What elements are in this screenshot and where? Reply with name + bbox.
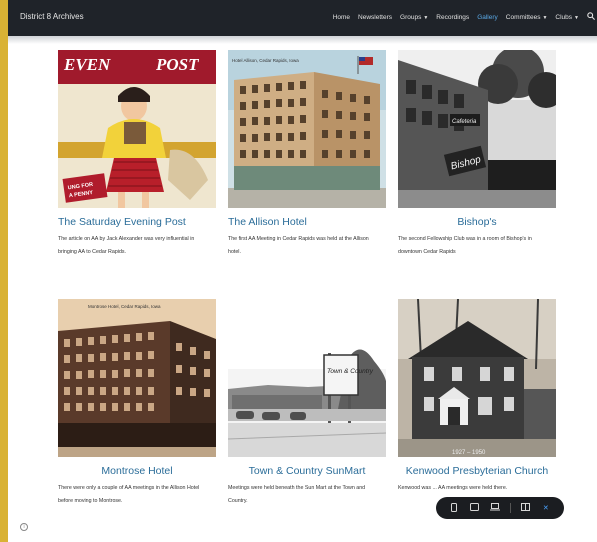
gallery-card-bishops: Cafeteria Bishop Bishop's The second Fel…	[398, 50, 556, 258]
tablet-icon[interactable]	[469, 503, 481, 513]
laptop-icon[interactable]	[489, 503, 501, 513]
close-icon[interactable]: ✕	[540, 504, 552, 512]
nav-newsletters-label: Newsletters	[358, 13, 393, 21]
nav-clubs-label: Clubs	[555, 13, 573, 21]
toolbar-divider	[509, 503, 511, 513]
sunmart-sign: Town & Country	[327, 368, 374, 375]
info-icon[interactable]: i	[20, 523, 28, 531]
top-navigation-bar: District 8 Archives Home Newsletters Gro…	[8, 0, 597, 36]
montrose-hotel-photo[interactable]: Montrose Hotel, Cedar Rapids, Iowa	[58, 299, 216, 457]
nav-gallery[interactable]: Gallery	[477, 14, 498, 21]
gallery-card-kenwood-presbyterian-church: 1927 – 1950 Kenwood Presbyterian Church …	[398, 299, 556, 495]
chevron-down-icon: ▼	[542, 14, 548, 21]
search-icon[interactable]	[587, 12, 595, 22]
card-title[interactable]: Bishop's	[398, 216, 556, 228]
device-preview-toolbar: ✕	[436, 497, 564, 519]
card-title[interactable]: Montrose Hotel	[58, 465, 216, 477]
card-description: There were only a couple of AA meetings …	[58, 485, 200, 504]
bishops-photo[interactable]: Cafeteria Bishop	[398, 50, 556, 208]
gallery-card-town-country-sunmart: Town & Country Town & Country SunMart Me…	[228, 299, 386, 507]
saturday-evening-post-photo[interactable]: EVEN POST UNG FOR A PENNY	[58, 50, 216, 208]
kenwood-church-photo[interactable]: 1927 – 1950	[398, 299, 556, 457]
header-shadow	[8, 36, 597, 44]
site-title[interactable]: District 8 Archives	[20, 12, 84, 21]
main-nav: Home Newsletters Groups ▼ Recordings Gall…	[333, 12, 597, 22]
card-title[interactable]: The Allison Hotel	[228, 216, 386, 228]
bishops-sign-cafeteria: Cafeteria	[452, 119, 477, 125]
kenwood-years: 1927 – 1950	[452, 450, 486, 456]
nav-home[interactable]: Home	[333, 14, 350, 21]
card-description: Kenwood was ... AA meetings were held th…	[398, 485, 508, 491]
masthead-left-text: EVEN	[63, 55, 111, 74]
card-description: The article on AA by Jack Alexander was …	[58, 236, 195, 255]
card-description: The second Fellowship Club was in a room…	[398, 236, 532, 255]
allison-hotel-photo[interactable]: Hotel Allison, Cedar Rapids, Iowa	[228, 50, 386, 208]
page-frame: District 8 Archives Home Newsletters Gro…	[8, 0, 597, 542]
nav-newsletters[interactable]: Newsletters	[358, 14, 392, 21]
gallery-card-allison-hotel: Hotel Allison, Cedar Rapids, Iowa The Al…	[228, 50, 386, 258]
nav-gallery-label: Gallery	[477, 13, 498, 21]
card-title[interactable]: Kenwood Presbyterian Church	[398, 465, 556, 477]
gallery-card-montrose-hotel: Montrose Hotel, Cedar Rapids, Iowa Montr…	[58, 299, 216, 507]
nav-clubs[interactable]: Clubs ▼	[555, 14, 579, 21]
card-title[interactable]: The Saturday Evening Post	[58, 216, 216, 228]
nav-recordings-label: Recordings	[436, 13, 470, 21]
nav-recordings[interactable]: Recordings	[436, 14, 469, 21]
card-title[interactable]: Town & Country SunMart	[228, 465, 386, 477]
nav-home-label: Home	[332, 13, 351, 21]
phone-icon[interactable]	[448, 502, 460, 514]
nav-groups[interactable]: Groups ▼	[400, 14, 428, 21]
gallery-card-saturday-evening-post: EVEN POST UNG FOR A PENNY The Saturday E…	[58, 50, 216, 258]
masthead-right-text: POST	[155, 55, 199, 74]
nav-committees-label: Committees	[505, 13, 541, 21]
town-country-sunmart-photo[interactable]: Town & Country	[228, 299, 386, 457]
split-view-icon[interactable]	[519, 503, 531, 513]
montrose-caption: Montrose Hotel, Cedar Rapids, Iowa	[88, 304, 161, 309]
nav-committees[interactable]: Committees ▼	[506, 14, 548, 21]
allison-caption: Hotel Allison, Cedar Rapids, Iowa	[232, 58, 299, 63]
card-description: Meetings were held beneath the Sun Mart …	[228, 485, 366, 504]
nav-groups-label: Groups	[400, 13, 422, 21]
chevron-down-icon: ▼	[423, 14, 429, 21]
chevron-down-icon: ▼	[574, 14, 579, 21]
card-description: The first AA Meeting in Cedar Rapids was…	[228, 236, 369, 255]
